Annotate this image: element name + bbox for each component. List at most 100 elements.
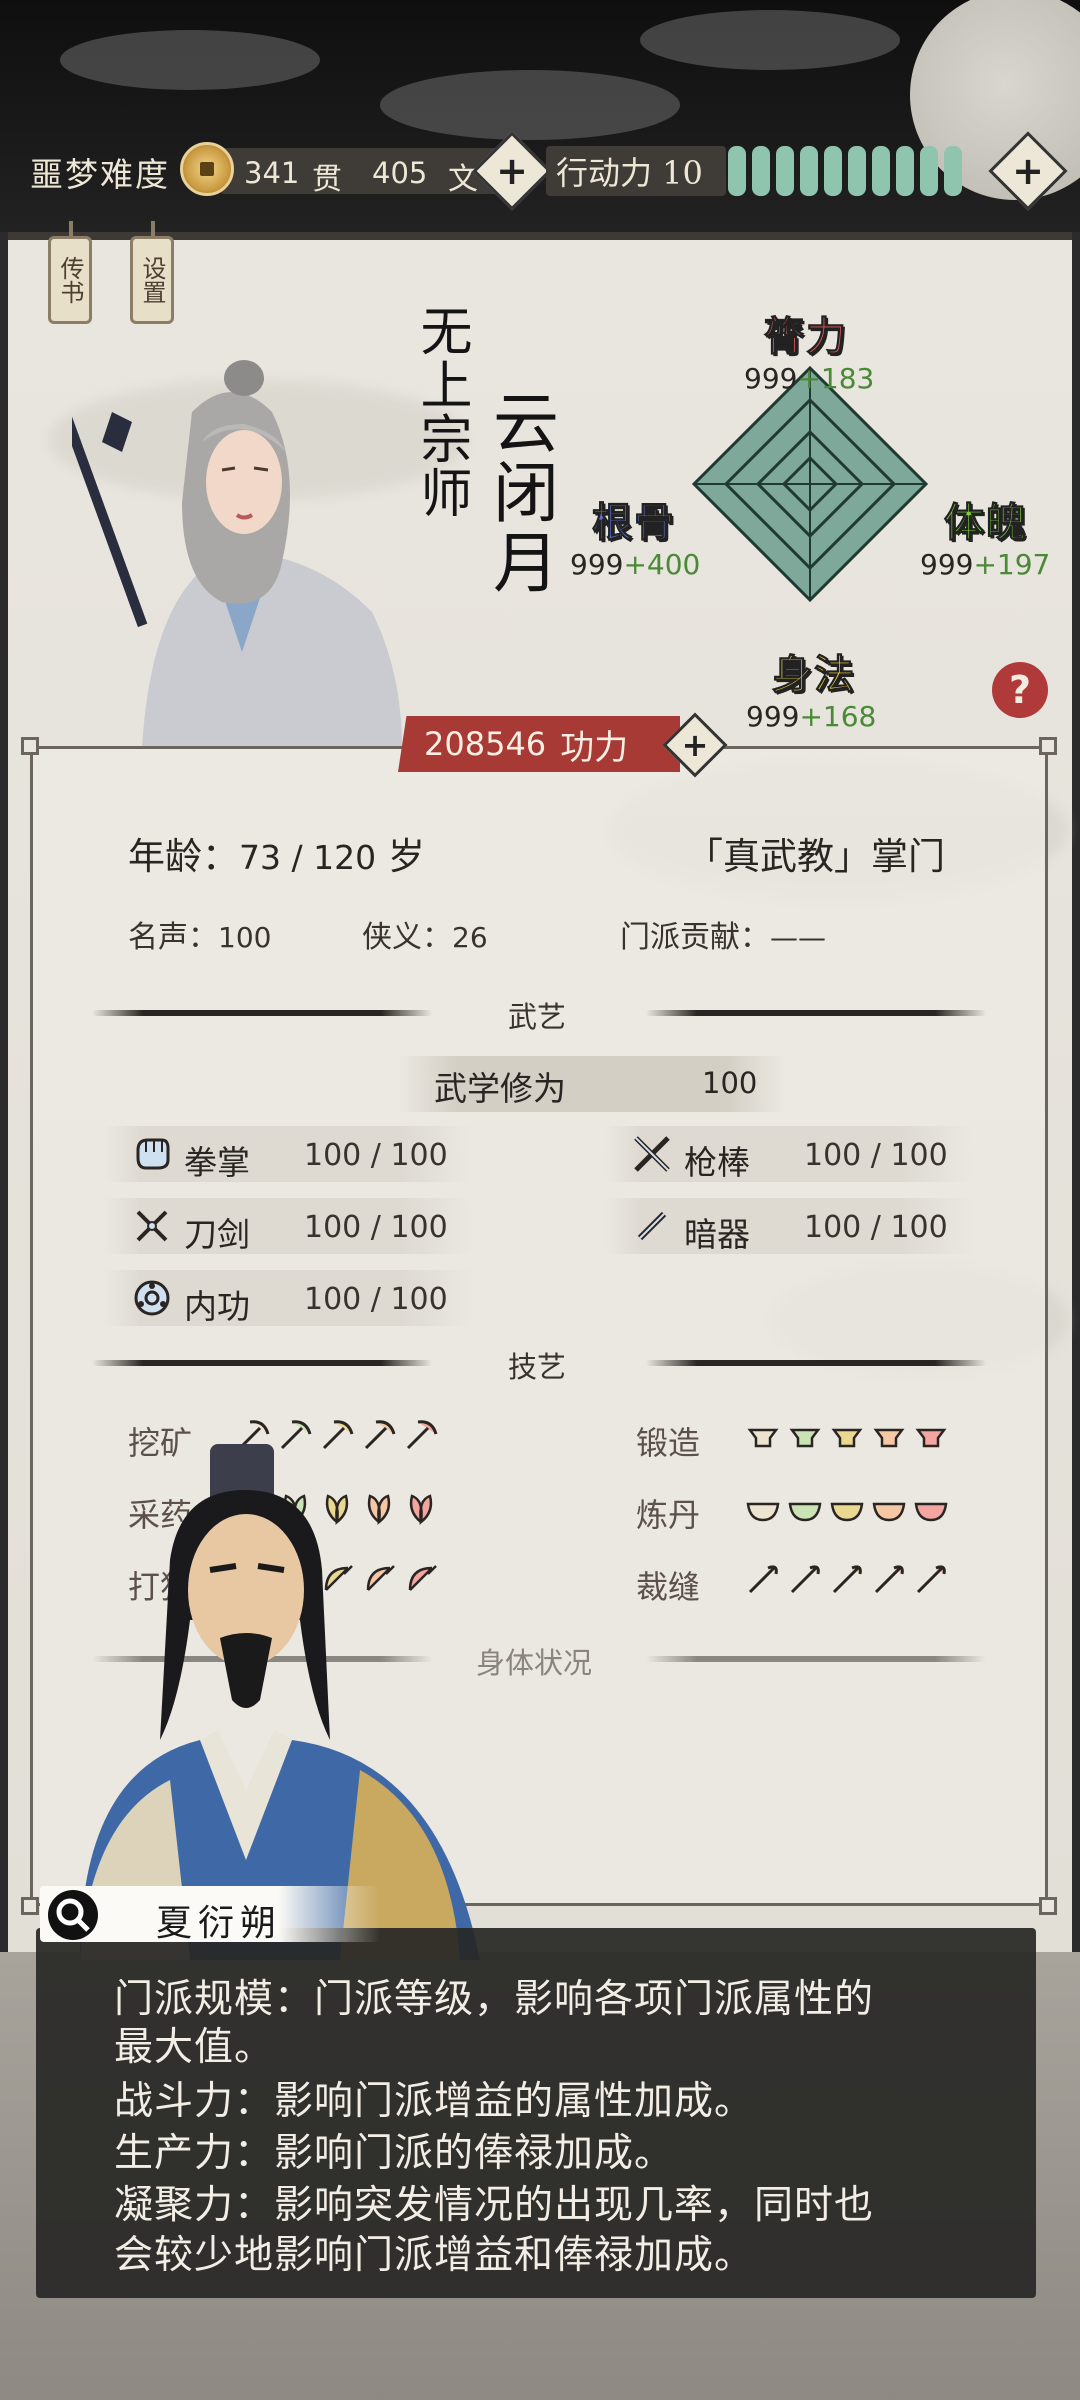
corner-ornament: [1039, 737, 1057, 755]
inspect-button[interactable]: [48, 1890, 98, 1940]
money-wen-unit: 文: [448, 162, 478, 197]
bowl-icon: [914, 1502, 948, 1522]
strength-label: 膂力: [764, 313, 848, 361]
root-base: 999: [570, 548, 624, 581]
skill-row-spear[interactable]: 枪棒 100 / 100: [604, 1126, 974, 1182]
martial-section-title: 武艺: [508, 1000, 567, 1034]
age-value: 73 / 120: [239, 838, 377, 877]
character-name: 云闭月: [482, 388, 559, 598]
divider: [646, 1010, 986, 1016]
agility-value: 999+168: [746, 700, 876, 733]
dialog-line: 凝聚力：影响突发情况的出现几率，同时也: [114, 2183, 875, 2228]
divider: [646, 1656, 986, 1662]
needle-icon: [748, 1565, 778, 1594]
skill-row-sword[interactable]: 刀剑 100 / 100: [104, 1198, 474, 1254]
settings-label: 设置: [138, 256, 166, 304]
power-label: 功力: [560, 727, 629, 768]
fame-stat: 名声：100: [128, 912, 271, 956]
bowl-icon: [788, 1502, 822, 1522]
anvil-icon: [915, 1428, 947, 1448]
agility-base: 999: [746, 700, 800, 733]
divider: [92, 1360, 432, 1366]
dialog-line: 战斗力：影响门派增益的属性加成。: [114, 2079, 755, 2124]
money-guan-unit: 贯: [312, 162, 342, 197]
bowl-icon: [830, 1502, 864, 1522]
age-label: 年龄：: [128, 835, 239, 878]
skill-name: 拳掌: [184, 1143, 250, 1182]
settings-bookmark[interactable]: 设置: [130, 221, 174, 324]
dialog-line: 会较少地影响门派增益和俸禄加成。: [114, 2233, 755, 2278]
root-bonus: +400: [623, 548, 701, 581]
plus-icon: +: [496, 149, 528, 193]
biography-bookmark[interactable]: 传书: [48, 221, 92, 324]
age-display: 年龄：73 / 120 岁: [128, 826, 425, 880]
fist-icon: [136, 1138, 170, 1170]
plus-icon: +: [1012, 149, 1044, 193]
chivalry-value: 26: [452, 921, 488, 954]
skill-value: 100 / 100: [804, 1210, 948, 1245]
fame-label: 名声：: [128, 920, 218, 955]
dialog-line: 生产力：影响门派的俸禄加成。: [114, 2131, 675, 2176]
cloud-decoration: [60, 30, 320, 90]
money-display: 341 贯 405 文: [220, 148, 512, 197]
sect-role: 「真武教」掌门: [686, 835, 945, 878]
divider: [92, 1010, 432, 1016]
anvil-icon-row: [744, 1416, 950, 1454]
strength-base: 999: [744, 362, 798, 395]
contribution-value: ——: [770, 921, 826, 954]
skill-row-dart[interactable]: 暗器 100 / 100: [604, 1198, 974, 1254]
action-point-segment: [728, 146, 746, 196]
crafts-section-title: 技艺: [508, 1350, 567, 1384]
dart-icon: [637, 1211, 667, 1241]
needle-icon: [832, 1565, 862, 1594]
action-point-segment: [920, 146, 938, 196]
contribution-stat: 门派贡献：——: [620, 912, 826, 956]
craft-forging-label: 锻造: [636, 1424, 701, 1462]
skill-row-fist[interactable]: 拳掌 100 / 100: [104, 1126, 474, 1182]
action-points-bar: [728, 146, 962, 196]
action-point-segment: [800, 146, 818, 196]
constitution-bonus: +197: [973, 548, 1051, 581]
fame-value: 100: [218, 921, 272, 954]
character-portrait[interactable]: [72, 352, 412, 748]
resource-row: 噩梦难度 341 贯 405 文 + 行动力 10 +: [0, 131, 1080, 211]
agility-label: 身法: [772, 651, 856, 699]
cultivation-label: 武学修为: [434, 1069, 566, 1108]
skill-row-inner[interactable]: 内功 100 / 100: [104, 1270, 474, 1326]
skill-value: 100 / 100: [804, 1138, 948, 1173]
skill-value: 100 / 100: [304, 1138, 448, 1173]
npc-portrait: [80, 1444, 480, 1960]
anvil-icon: [873, 1428, 905, 1448]
sect-title: 无上宗师: [411, 304, 471, 520]
add-money-button[interactable]: +: [472, 131, 552, 211]
difficulty-label: 噩梦难度: [30, 155, 170, 194]
biography-label: 传书: [56, 256, 84, 304]
craft-alchemy-label: 炼丹: [636, 1496, 701, 1534]
speaker-name: 夏衍朔: [156, 1903, 283, 1944]
power-value: 208546: [424, 725, 547, 763]
power-banner: 208546 功力: [398, 716, 680, 772]
bowl-icon: [872, 1502, 906, 1522]
bowl-icon: [746, 1502, 780, 1522]
anvil-icon: [789, 1428, 821, 1448]
bowl-icon-row: [744, 1488, 950, 1526]
sword-icon: [136, 1210, 168, 1242]
chivalry-stat: 侠义：26: [362, 912, 488, 956]
needle-icon-row: [744, 1560, 950, 1598]
plus-icon: +: [681, 726, 709, 764]
skill-value: 100 / 100: [304, 1210, 448, 1245]
action-points-label: 行动力 10: [556, 154, 703, 192]
help-button[interactable]: ?: [992, 662, 1048, 718]
corner-ornament: [1039, 1897, 1057, 1915]
age-unit: 岁: [387, 835, 425, 878]
needle-icon: [790, 1565, 820, 1594]
divider: [646, 1360, 986, 1366]
search-icon: [56, 1898, 90, 1932]
constitution-base: 999: [920, 548, 974, 581]
add-action-points-button[interactable]: +: [988, 131, 1068, 211]
skill-name: 暗器: [684, 1215, 750, 1254]
action-point-segment: [944, 146, 962, 196]
needle-icon: [874, 1565, 904, 1594]
dialog-box[interactable]: 门派规模：门派等级，影响各项门派属性的 最大值。 战斗力：影响门派增益的属性加成…: [36, 1928, 1036, 2298]
action-point-segment: [752, 146, 770, 196]
